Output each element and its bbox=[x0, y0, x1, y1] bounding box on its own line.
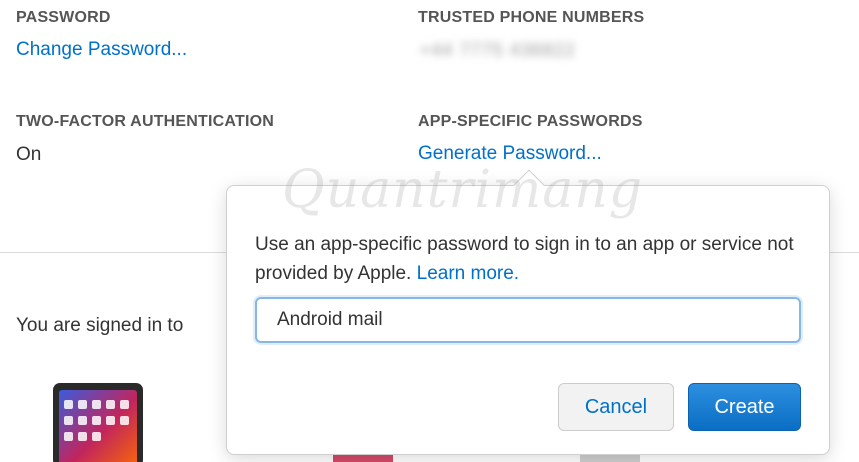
popover-message-text: Use an app-specific password to sign in … bbox=[255, 234, 794, 284]
generate-password-link[interactable]: Generate Password... bbox=[418, 143, 602, 165]
password-label: PASSWORD bbox=[16, 9, 111, 26]
cancel-button[interactable]: Cancel bbox=[558, 383, 674, 431]
app-passwords-label: APP-SPECIFIC PASSWORDS bbox=[418, 113, 643, 130]
create-button[interactable]: Create bbox=[688, 383, 801, 431]
two-factor-label: TWO-FACTOR AUTHENTICATION bbox=[16, 113, 275, 130]
signed-in-text: You are signed in to bbox=[16, 315, 184, 336]
change-password-link[interactable]: Change Password... bbox=[16, 39, 187, 61]
trusted-phone-number: +44 7775 436822 bbox=[420, 40, 576, 60]
two-factor-status: On bbox=[16, 144, 42, 165]
learn-more-link[interactable]: Learn more. bbox=[417, 263, 519, 284]
generate-password-popover: Use an app-specific password to sign in … bbox=[226, 185, 830, 455]
password-label-input[interactable] bbox=[255, 297, 801, 343]
trusted-phone-label: TRUSTED PHONE NUMBERS bbox=[418, 9, 645, 26]
ipad-screen bbox=[59, 390, 137, 462]
popover-message: Use an app-specific password to sign in … bbox=[255, 230, 800, 288]
ipad-device-icon[interactable] bbox=[53, 383, 143, 462]
